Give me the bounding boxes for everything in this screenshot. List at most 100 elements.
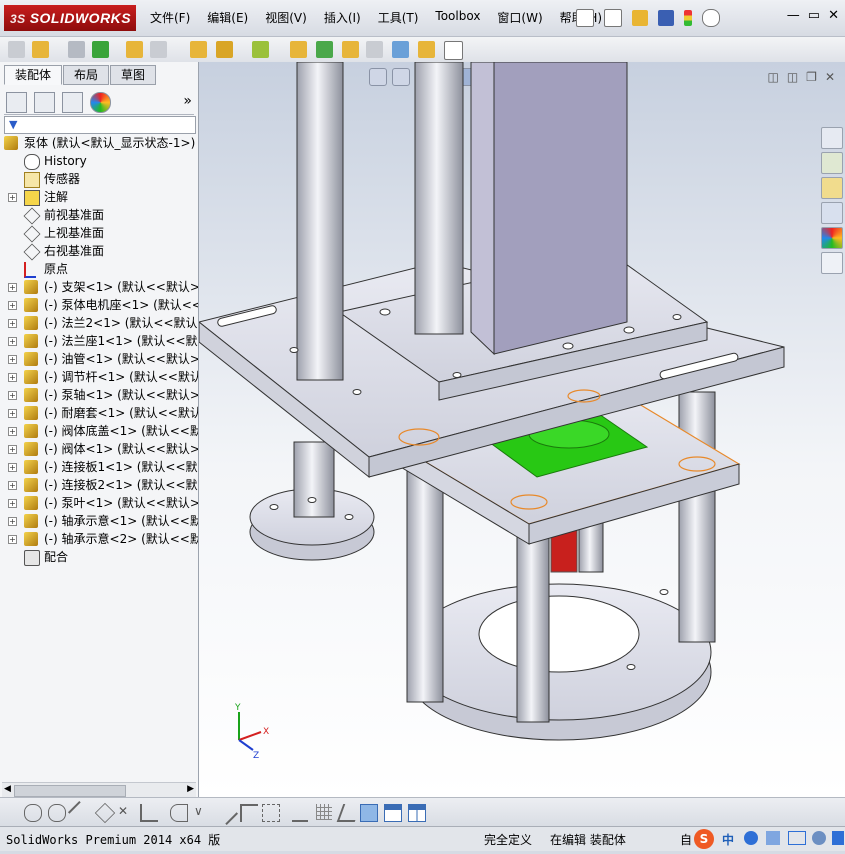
expand-toggle-icon[interactable]: + — [8, 391, 17, 400]
insert-component-icon[interactable] — [8, 41, 25, 58]
attach-icon[interactable] — [68, 41, 85, 58]
panel-tabs: 装配体 布局 草图 — [4, 65, 157, 85]
tree-item-label: (-) 泵叶<1> (默认<<默认>_ — [44, 496, 198, 510]
expand-toggle-icon[interactable]: + — [8, 337, 17, 346]
expand-toggle-icon[interactable]: + — [8, 193, 17, 202]
new-document-icon[interactable] — [604, 9, 622, 27]
menu-tools[interactable]: 工具(T) — [378, 9, 419, 26]
explode-line-sketch-icon[interactable] — [366, 41, 383, 58]
expand-toggle-icon[interactable]: + — [8, 409, 17, 418]
expand-toggle-icon[interactable]: + — [8, 445, 17, 454]
reference-geometry-icon[interactable] — [252, 41, 269, 58]
display-manager-tab-icon[interactable] — [90, 92, 111, 113]
pin-icon[interactable] — [576, 9, 594, 27]
point-icon[interactable] — [24, 804, 42, 822]
circle-icon[interactable] — [48, 804, 66, 822]
exploded-view-icon[interactable] — [342, 41, 359, 58]
scroll-thumb[interactable] — [14, 785, 126, 797]
mate-icon[interactable] — [32, 41, 49, 58]
close-button[interactable]: ✕ — [828, 8, 839, 23]
show-hidden-icon[interactable] — [190, 41, 207, 58]
scroll-left-icon[interactable]: ◀ — [4, 784, 11, 794]
expand-toggle-icon[interactable]: + — [8, 535, 17, 544]
solidworks-resources-icon[interactable] — [821, 127, 843, 149]
expand-toggle-icon[interactable]: + — [8, 283, 17, 292]
construction-geometry-icon[interactable] — [262, 804, 280, 822]
input-method-logo-icon[interactable]: S — [694, 829, 714, 849]
tree-filter-input[interactable]: ▼ — [4, 116, 196, 134]
menu-file[interactable]: 文件(F) — [150, 9, 190, 26]
line-icon[interactable] — [67, 800, 93, 826]
tab-assembly[interactable]: 装配体 — [4, 65, 63, 85]
two-view-icon[interactable] — [408, 804, 426, 822]
interference-detection-icon[interactable] — [392, 41, 409, 58]
title-bar: 3S SOLIDWORKS 文件(F) 编辑(E) 视图(V) 插入(I) 工具(… — [0, 0, 845, 37]
arc-icon[interactable] — [170, 804, 188, 822]
help-icon[interactable] — [702, 9, 720, 27]
expand-toggle-icon[interactable]: + — [8, 517, 17, 526]
menu-view[interactable]: 视图(V) — [265, 9, 307, 26]
plane-sketch-icon[interactable] — [336, 804, 362, 822]
menu-toolbox[interactable]: Toolbox — [435, 9, 480, 26]
linear-pattern-icon[interactable] — [92, 41, 109, 58]
app-logo[interactable]: 3S SOLIDWORKS — [4, 5, 136, 31]
appearances-scenes-icon[interactable] — [821, 227, 843, 249]
editing-mode-status: 在编辑 装配体 — [550, 833, 626, 847]
half-width-icon[interactable] — [744, 831, 758, 845]
single-view-icon[interactable] — [384, 804, 402, 822]
tree-item-label: 传感器 — [44, 172, 81, 186]
expand-toggle-icon[interactable]: + — [8, 355, 17, 364]
feature-manager-tab-icon[interactable] — [6, 92, 27, 113]
expand-toggle-icon[interactable]: + — [8, 301, 17, 310]
new-motion-study-icon[interactable] — [290, 41, 307, 58]
input-mode-icon[interactable]: 中 — [722, 831, 734, 848]
spline-icon[interactable]: ∨ — [194, 804, 210, 820]
design-library-icon[interactable] — [821, 152, 843, 174]
view-palette-icon[interactable] — [821, 202, 843, 224]
shirt-skin-icon[interactable] — [832, 831, 844, 845]
expand-toggle-icon[interactable]: + — [8, 481, 17, 490]
property-manager-tab-icon[interactable] — [34, 92, 55, 113]
clearance-verification-icon[interactable] — [418, 41, 435, 58]
component-icon — [24, 496, 38, 510]
expand-toggle-icon[interactable]: + — [8, 373, 17, 382]
save-icon[interactable] — [658, 10, 674, 26]
menu-edit[interactable]: 编辑(E) — [207, 9, 248, 26]
graphics-area[interactable]: ◫ ◫ ❐ ✕ Y X Z — [199, 62, 845, 797]
soft-keyboard-icon[interactable] — [788, 831, 806, 845]
expand-toggle-icon[interactable]: + — [8, 463, 17, 472]
expand-toggle-icon[interactable]: + — [8, 319, 17, 328]
punctuation-icon[interactable] — [766, 831, 780, 845]
grid-icon[interactable] — [316, 804, 332, 820]
instant3d-icon[interactable] — [444, 41, 463, 60]
restore-button[interactable]: ▭ — [808, 8, 820, 23]
dimension-icon[interactable] — [292, 804, 308, 822]
sketch-3d-icon[interactable] — [360, 804, 378, 822]
tab-sketch[interactable]: 草图 — [110, 65, 157, 85]
assembly-features-icon[interactable] — [216, 41, 233, 58]
angle-icon[interactable] — [140, 804, 158, 822]
move-component-icon[interactable] — [150, 41, 167, 58]
open-folder-icon[interactable] — [632, 10, 648, 26]
more-tabs-button[interactable]: » — [183, 93, 192, 109]
configuration-manager-tab-icon[interactable] — [62, 92, 83, 113]
polygon-icon[interactable] — [94, 802, 116, 824]
menu-insert[interactable]: 插入(I) — [324, 9, 361, 26]
expand-toggle-icon[interactable]: + — [8, 427, 17, 436]
rebuild-traffic-light-icon[interactable] — [684, 10, 692, 26]
menu-window[interactable]: 窗口(W) — [497, 9, 542, 26]
assembly-model[interactable]: Y X Z — [199, 62, 845, 797]
corner-rectangle-icon[interactable] — [240, 804, 258, 822]
scroll-right-icon[interactable]: ▶ — [187, 784, 194, 794]
centerline-icon[interactable] — [213, 800, 239, 826]
smart-fasteners-icon[interactable] — [126, 41, 143, 58]
trim-icon[interactable]: ✕ — [118, 804, 134, 820]
custom-properties-icon[interactable] — [821, 252, 843, 274]
expand-toggle-icon[interactable]: + — [8, 499, 17, 508]
tree-horizontal-scrollbar[interactable]: ◀ ▶ — [2, 782, 196, 797]
tab-layout[interactable]: 布局 — [63, 65, 110, 85]
bill-of-materials-icon[interactable] — [316, 41, 333, 58]
file-explorer-icon[interactable] — [821, 177, 843, 199]
user-icon[interactable] — [812, 831, 826, 845]
minimize-button[interactable]: — — [787, 8, 800, 23]
